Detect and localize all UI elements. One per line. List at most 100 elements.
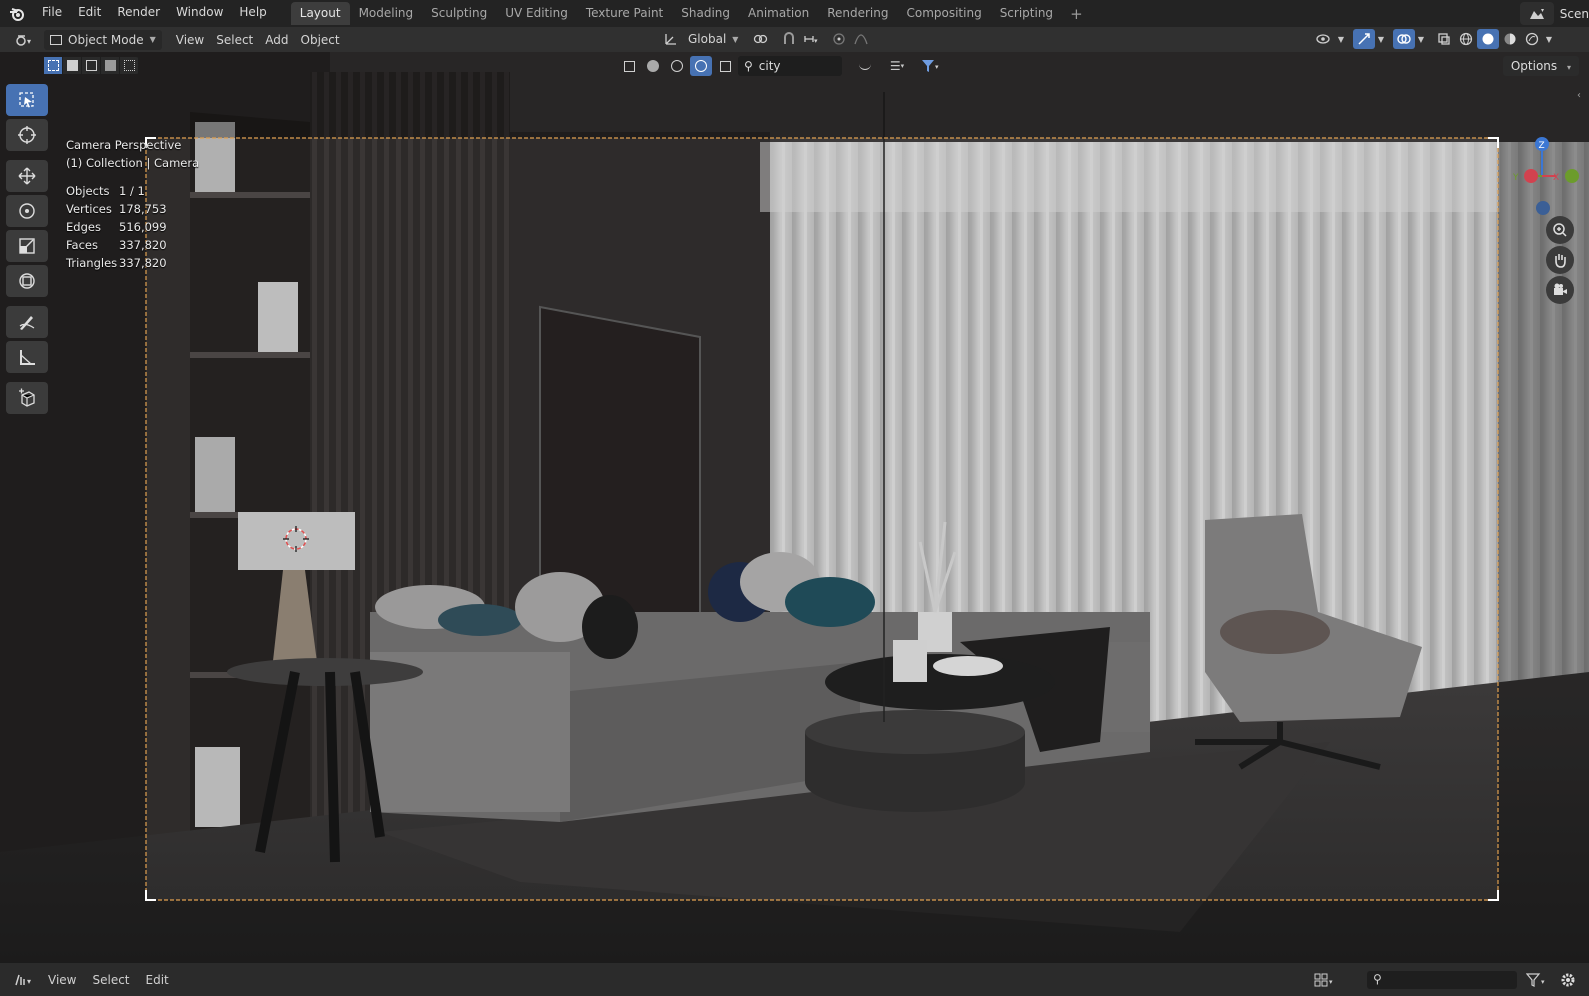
timeline-search-input[interactable]: ⚲ [1367,971,1517,989]
menu-select[interactable]: Select [210,30,259,50]
gizmo-axis-y: Y [1512,173,1519,183]
tab-texture-paint[interactable]: Texture Paint [577,2,672,25]
object-filter-icon[interactable] [618,56,640,76]
editor-type-icon[interactable]: ▾ [10,30,40,50]
tab-rendering[interactable]: Rendering [818,2,897,25]
hierarchy-icon[interactable]: ☰ ▾ [884,56,910,76]
menu-file[interactable]: File [34,0,70,27]
snap-icon[interactable] [778,29,800,49]
menu-view[interactable]: View [170,30,210,50]
tab-compositing[interactable]: Compositing [897,2,990,25]
tab-sculpting[interactable]: Sculpting [422,2,496,25]
select-invert-icon[interactable] [101,57,120,74]
chevron-down-icon[interactable]: ▼ [1335,29,1347,49]
texture-filter-icon[interactable] [666,56,688,76]
proportional-edit-icon[interactable] [828,29,850,49]
tab-layout[interactable]: Layout [290,2,350,25]
tab-animation[interactable]: Animation [739,2,818,25]
gizmo-toggle-icon[interactable] [1353,29,1375,49]
visibility-icon[interactable] [1313,29,1335,49]
zoom-icon[interactable] [1546,216,1574,244]
scene-icon[interactable]: ▾ [1519,2,1554,25]
display-mode-icon[interactable]: ▾ [1311,970,1339,990]
filter-icon[interactable]: ▾ [1523,970,1551,990]
asset-filter-icon[interactable] [714,56,736,76]
options-label: Options [1510,59,1558,73]
overlay-toggle-icon[interactable] [1393,29,1415,49]
falloff-icon[interactable] [850,29,872,49]
viewport-tool-header: ⚲ city ☰ ▾ ▾ Options ▾ [0,54,1589,78]
solid-shading-icon[interactable] [1477,29,1499,49]
search-input[interactable]: ⚲ city [738,56,842,76]
select-new-icon[interactable] [44,57,63,74]
add-cube-tool[interactable] [6,382,48,414]
rotate-tool[interactable] [6,195,48,227]
match-case-icon[interactable] [854,56,876,76]
svg-text:▾: ▾ [27,37,31,46]
menu-help[interactable]: Help [231,0,274,27]
navigation-gizmo[interactable]: Z Y X [1509,136,1589,226]
scale-tool[interactable] [6,230,48,262]
viewport-stats-overlay: Camera Perspective (1) Collection | Came… [66,136,199,272]
timeline-menu-view[interactable]: View [40,973,84,987]
world-filter-icon[interactable] [690,56,712,76]
chevron-down-icon[interactable]: ▼ [1415,29,1427,49]
select-subtract-icon[interactable] [82,57,101,74]
material-shading-icon[interactable] [1499,29,1521,49]
filter-icon[interactable]: ▾ [916,56,946,76]
orientation-icon [660,29,682,49]
menu-edit[interactable]: Edit [70,0,109,27]
chevron-down-icon: ▾ [1566,63,1571,72]
xray-toggle-icon[interactable] [1433,29,1455,49]
chevron-down-icon[interactable]: ▼ [1543,29,1555,49]
scene-render [0,52,1589,962]
tab-uv-editing[interactable]: UV Editing [496,2,577,25]
gizmo-axis-x: X [1553,173,1559,183]
transform-tool[interactable] [6,265,48,297]
settings-gear-icon[interactable] [1557,970,1579,990]
3d-viewport[interactable]: ⚲ city ☰ ▾ ▾ Options ▾ Camera Perspective… [0,52,1589,962]
transform-tools: Global ▼ ▾ [660,29,872,49]
svg-text:▾: ▾ [935,63,939,71]
chevron-down-icon[interactable]: ▼ [1375,29,1387,49]
pan-hand-icon[interactable] [1546,246,1574,274]
sidebar-toggle-icon[interactable]: ‹ [1577,90,1589,104]
tool-shelf [6,84,50,417]
collection-label: (1) Collection | Camera [66,156,200,170]
snap-target-icon[interactable]: ▾ [800,29,822,49]
wireframe-shading-icon[interactable] [1455,29,1477,49]
menu-add[interactable]: Add [259,30,294,50]
cursor-tool[interactable] [6,119,48,151]
blender-logo-icon[interactable] [0,0,34,27]
transform-orientation-dropdown[interactable]: Global ▼ [682,29,744,49]
timeline-menu-edit[interactable]: Edit [138,973,177,987]
rendered-shading-icon[interactable] [1521,29,1543,49]
object-mode-label: Object Mode [68,32,144,47]
tab-modeling[interactable]: Modeling [350,2,423,25]
editor-type-timeline-icon[interactable]: ▾ [10,970,40,990]
scene-name[interactable]: Scen [1560,7,1589,21]
select-box-tool[interactable] [6,84,48,116]
pivot-point-icon[interactable] [750,29,772,49]
annotate-tool[interactable] [6,306,48,338]
camera-view-icon[interactable] [1546,276,1574,304]
options-dropdown[interactable]: Options ▾ [1502,56,1579,76]
select-intersect-icon[interactable] [120,57,139,74]
menu-object[interactable]: Object [295,30,346,50]
tab-shading[interactable]: Shading [672,2,739,25]
menu-window[interactable]: Window [168,0,231,27]
stat-triangles: Triangles 337,820 [66,254,199,272]
measure-tool[interactable] [6,341,48,373]
tab-scripting[interactable]: Scripting [991,2,1062,25]
move-tool[interactable] [6,160,48,192]
timeline-menu-select[interactable]: Select [84,973,137,987]
stat-faces: Faces 337,820 [66,236,199,254]
stat-key: Vertices [66,202,112,216]
stat-key: Edges [66,220,101,234]
add-workspace-icon[interactable]: + [1062,5,1091,23]
material-filter-icon[interactable] [642,56,664,76]
selection-mode-group [44,57,139,74]
menu-render[interactable]: Render [109,0,168,27]
select-extend-icon[interactable] [63,57,82,74]
object-mode-dropdown[interactable]: Object Mode ▼ [44,29,162,50]
